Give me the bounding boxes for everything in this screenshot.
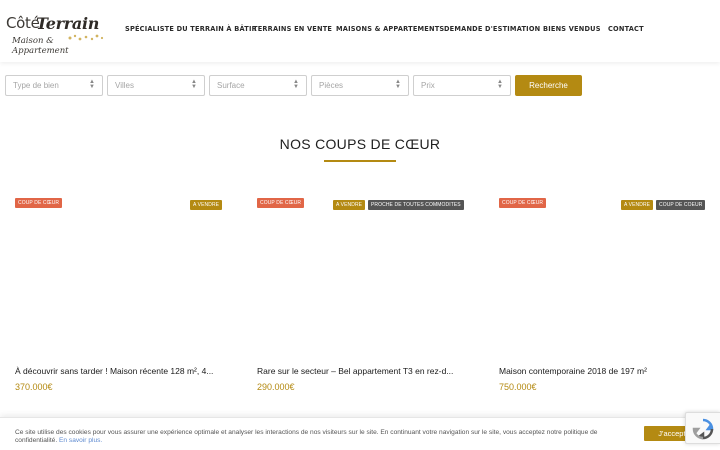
a-vendre-badge: A VENDRE <box>190 200 223 210</box>
nav-item-terrains[interactable]: TERRAINS EN VENTE <box>253 25 332 33</box>
type-select-placeholder: Type de bien <box>13 81 59 90</box>
select-arrows-icon: ▲ ▼ <box>293 79 299 90</box>
section-title: NOS COUPS DE CŒUR <box>279 136 441 152</box>
site-logo[interactable]: Côté Terrain Maison & Appartement <box>6 14 110 56</box>
logo-name-part2: Terrain <box>36 14 100 33</box>
nav-item-biens-vendus[interactable]: BIENS VENDUS <box>543 25 601 33</box>
surface-select-placeholder: Surface <box>217 81 245 90</box>
property-price: 750.000€ <box>499 382 537 392</box>
recaptcha-icon <box>692 418 714 440</box>
a-vendre-badge: A VENDRE <box>333 200 366 210</box>
title-underline <box>324 160 396 162</box>
property-title[interactable]: Maison contemporaine 2018 de 197 m² <box>499 366 647 376</box>
select-arrows-icon: ▲ ▼ <box>497 79 503 90</box>
property-title[interactable]: Rare sur le secteur – Bel appartement T3… <box>257 366 453 376</box>
property-image[interactable] <box>499 197 720 357</box>
property-card[interactable]: COUP DE CŒUR A VENDRE COUP DE COEUR Mais… <box>499 197 720 397</box>
commodites-badge: PROCHE DE TOUTES COMMODITES <box>368 200 464 210</box>
coup-de-coeur-badge: COUP DE CŒUR <box>499 198 547 208</box>
surface-select[interactable]: Surface ▲ ▼ <box>209 75 307 96</box>
cookie-more-link[interactable]: En savoir plus. <box>59 437 102 444</box>
a-vendre-badge: A VENDRE <box>621 200 654 210</box>
pieces-select-placeholder: Pièces <box>319 81 344 90</box>
pieces-select[interactable]: Pièces ▲ ▼ <box>311 75 409 96</box>
nav-item-contact[interactable]: CONTACT <box>608 25 644 33</box>
type-select[interactable]: Type de bien ▲ ▼ <box>5 75 103 96</box>
logo-tagline: Maison & Appartement <box>12 36 69 56</box>
coup-de-coeur-badge: COUP DE CŒUR <box>15 198 63 208</box>
nav-item-estimation[interactable]: DEMANDE D'ESTIMATION <box>444 25 540 33</box>
villes-select-placeholder: Villes <box>115 81 134 90</box>
nav-item-maisons[interactable]: MAISONS & APPARTEMENTS <box>336 25 444 33</box>
nav-item-specialiste[interactable]: SPÉCIALISTE DU TERRAIN À BÂTIR <box>125 25 257 33</box>
coup-de-coeur-tag-badge: COUP DE COEUR <box>656 200 706 210</box>
property-image[interactable] <box>257 197 482 357</box>
property-title[interactable]: À découvrir sans tarder ! Maison récente… <box>15 366 213 376</box>
property-price: 370.000€ <box>15 382 53 392</box>
prix-select[interactable]: Prix ▲ ▼ <box>413 75 511 96</box>
recaptcha-badge[interactable] <box>685 412 720 444</box>
search-button[interactable]: Recherche <box>515 75 582 96</box>
property-image[interactable] <box>15 197 240 357</box>
cookie-text: Ce site utilise des cookies pour vous as… <box>15 429 598 444</box>
prix-select-placeholder: Prix <box>421 81 435 90</box>
cookie-text-block: Ce site utilise des cookies pour vous as… <box>15 429 640 445</box>
select-arrows-icon: ▲ ▼ <box>191 79 197 90</box>
site-header: Côté Terrain Maison & Appartement SPÉCIA… <box>0 0 720 62</box>
property-card[interactable]: COUP DE CŒUR A VENDRE À découvrir sans t… <box>15 197 240 397</box>
cookie-banner: Ce site utilise des cookies pour vous as… <box>0 417 720 450</box>
coup-de-coeur-badge: COUP DE CŒUR <box>257 198 305 208</box>
select-arrows-icon: ▲ ▼ <box>395 79 401 90</box>
logo-name-part1: Côté <box>6 14 40 32</box>
property-price: 290.000€ <box>257 382 295 392</box>
select-arrows-icon: ▲ ▼ <box>89 79 95 90</box>
property-card[interactable]: COUP DE CŒUR A VENDRE PROCHE DE TOUTES C… <box>257 197 482 397</box>
villes-select[interactable]: Villes ▲ ▼ <box>107 75 205 96</box>
